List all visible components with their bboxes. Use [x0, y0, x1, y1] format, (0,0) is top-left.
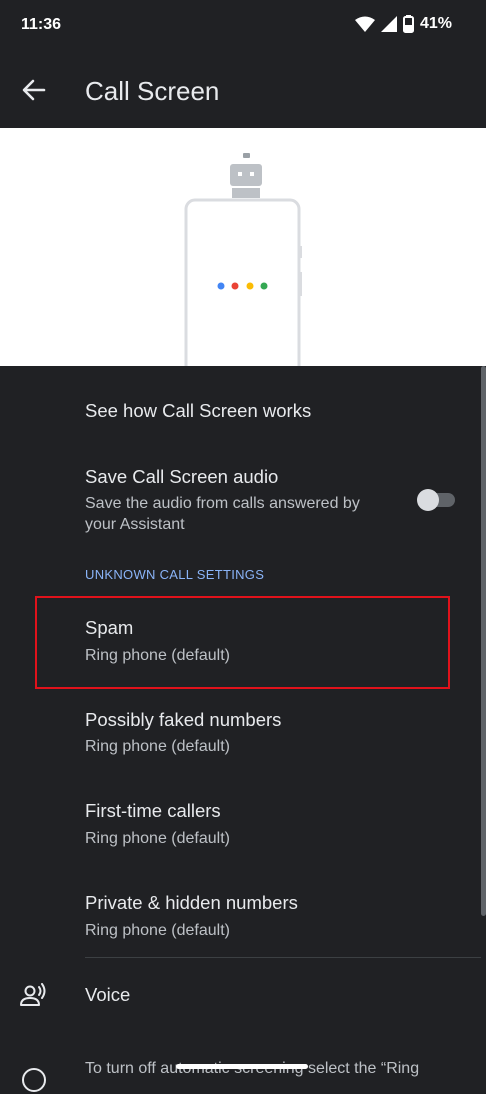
assistant-robot-phone-illustration	[184, 153, 302, 366]
save-audio-subtitle-line2: your Assistant	[85, 516, 185, 533]
status-icons: 41%	[354, 15, 452, 33]
setting-value: Ring phone (default)	[85, 830, 230, 847]
wifi-icon	[354, 16, 375, 32]
voice-person-icon	[20, 983, 46, 1006]
save-audio-toggle[interactable]	[417, 489, 455, 511]
see-how-call-screen-link[interactable]: See how Call Screen works	[85, 400, 311, 422]
save-audio-subtitle-line1: Save the audio from calls answered by	[85, 495, 360, 512]
divider	[85, 957, 481, 958]
section-header-unknown-calls: UNKNOWN CALL SETTINGS	[85, 567, 265, 582]
setting-title: Private & hidden numbers	[85, 892, 298, 913]
highlight-box	[35, 596, 450, 689]
save-audio-title: Save Call Screen audio	[85, 466, 279, 487]
scrollbar[interactable]	[481, 366, 486, 916]
home-indicator[interactable]	[176, 1064, 308, 1069]
app-bar: Call Screen	[0, 52, 486, 128]
setting-title: Possibly faked numbers	[85, 709, 282, 730]
voice-setting[interactable]: Voice	[85, 984, 130, 1006]
toggle-thumb	[417, 489, 439, 511]
call-screen-illustration	[0, 128, 486, 366]
setting-value: Ring phone (default)	[85, 922, 230, 939]
status-bar: 11:36 41%	[0, 0, 486, 52]
info-icon	[22, 1068, 46, 1092]
page-title: Call Screen	[85, 76, 220, 106]
cell-signal-icon	[380, 16, 397, 32]
battery-percent: 41%	[419, 15, 452, 32]
footer-info-text: To turn off automatic screening select t…	[85, 1060, 420, 1077]
status-time: 11:36	[21, 16, 62, 33]
setting-value: Ring phone (default)	[85, 738, 230, 755]
arrow-left-icon[interactable]	[18, 74, 50, 106]
battery-icon	[402, 15, 414, 33]
setting-title: First-time callers	[85, 800, 221, 821]
